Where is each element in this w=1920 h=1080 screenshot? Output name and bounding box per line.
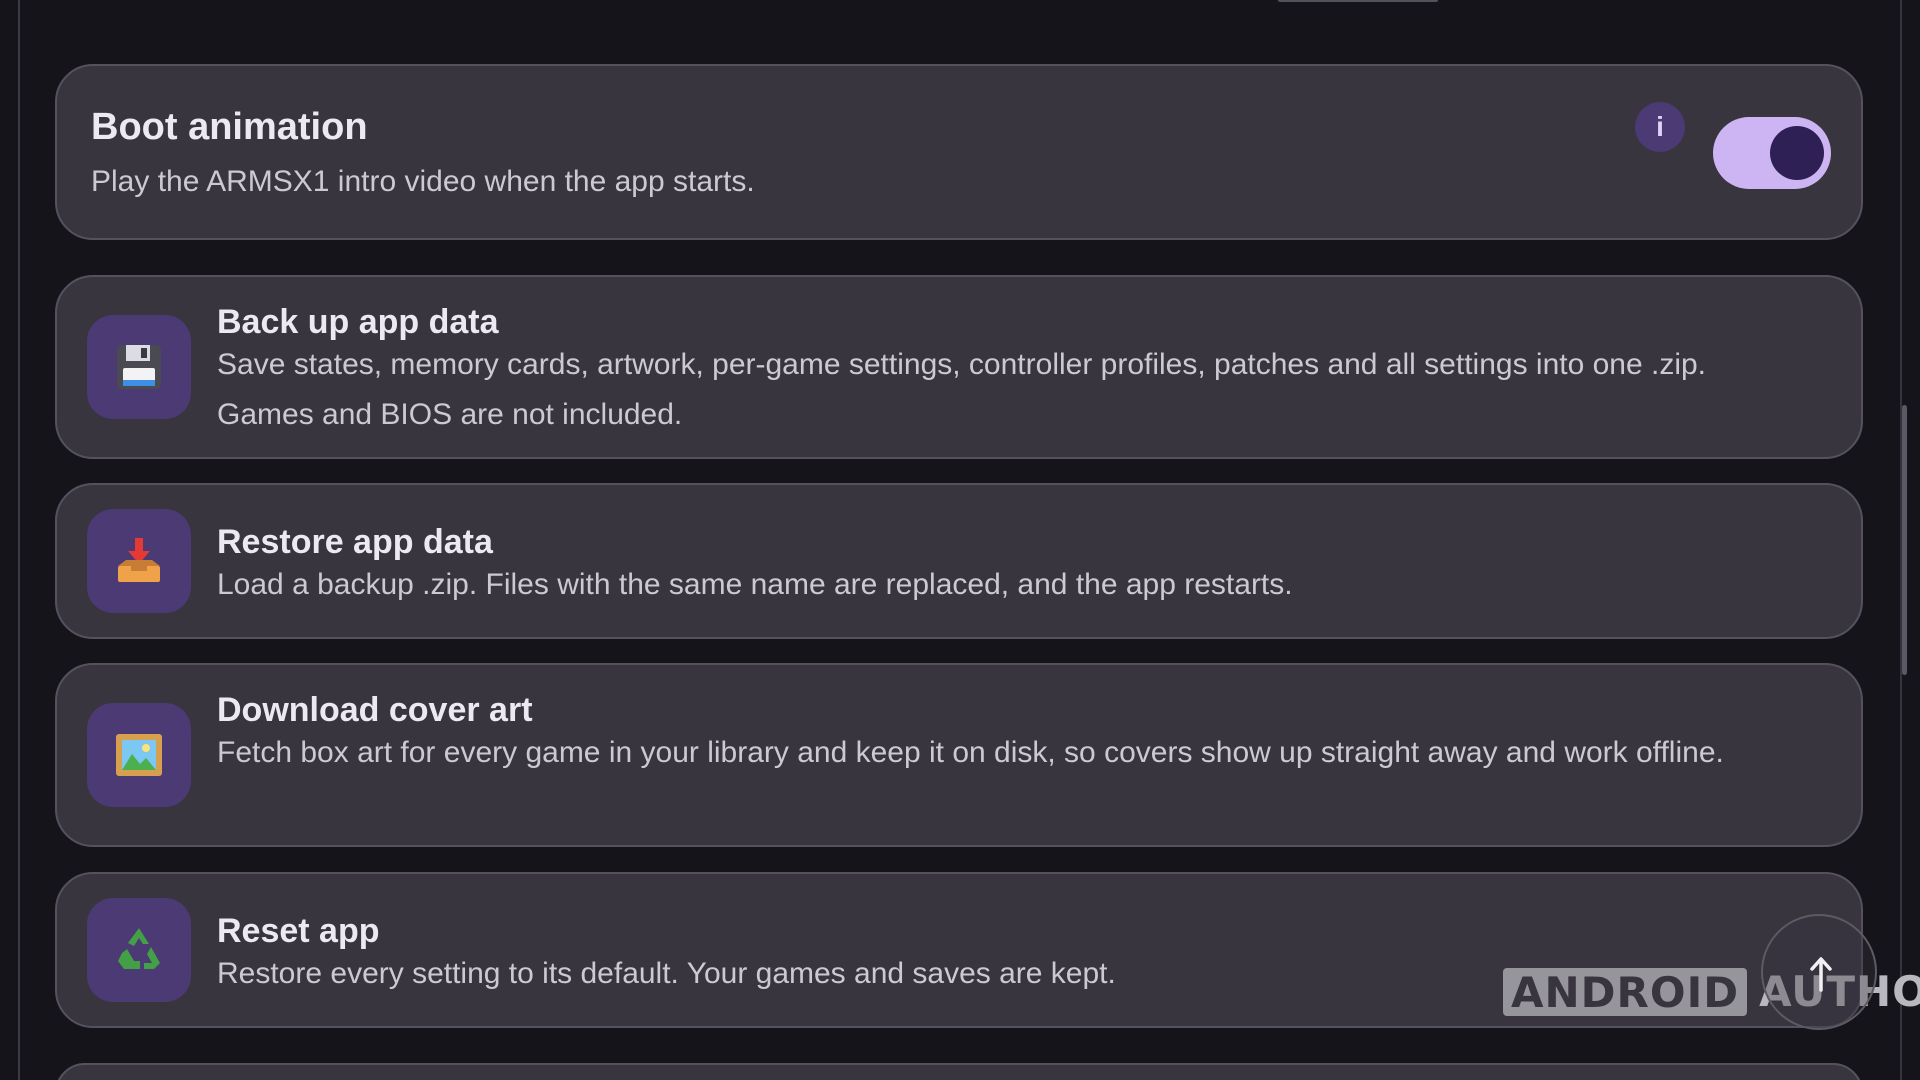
cover-art-title: Download cover art (217, 691, 533, 729)
restore-description: Load a backup .zip. Files with the same … (217, 568, 1293, 601)
framed-picture-icon (116, 734, 162, 776)
boot-animation-card: Boot animation Play the ARMSX1 intro vid… (55, 64, 1863, 240)
watermark-boxed-text: ANDROID (1503, 968, 1748, 1016)
reset-icon-tile (87, 898, 191, 1002)
restore-icon-tile (87, 509, 191, 613)
backup-title: Back up app data (217, 303, 499, 341)
recycle-icon (118, 928, 160, 969)
backup-app-data-card[interactable]: Back up app data Save states, memory car… (55, 275, 1863, 459)
restore-app-data-card[interactable]: Restore app data Load a backup .zip. Fil… (55, 483, 1863, 639)
cover-art-description: Fetch box art for every game in your lib… (217, 736, 1724, 769)
backup-description: Save states, memory cards, artwork, per-… (217, 348, 1707, 431)
download-cover-art-card[interactable]: Download cover art Fetch box art for eve… (55, 663, 1863, 847)
arrow-up-icon (1810, 957, 1832, 992)
top-drag-handle (1278, 0, 1438, 2)
scroll-to-top-button[interactable] (1761, 914, 1877, 1030)
reset-title: Reset app (217, 912, 380, 950)
floppy-disk-icon (117, 345, 161, 389)
scrollbar-thumb[interactable] (1902, 405, 1907, 675)
inbox-tray-icon (118, 538, 160, 582)
cover-art-icon-tile (87, 703, 191, 807)
boot-animation-toggle[interactable] (1713, 117, 1831, 189)
backup-icon-tile (87, 315, 191, 419)
toggle-knob (1770, 126, 1824, 180)
left-divider (18, 0, 20, 1080)
info-button[interactable]: i (1635, 102, 1685, 152)
restore-title: Restore app data (217, 523, 493, 561)
boot-animation-description: Play the ARMSX1 intro video when the app… (91, 165, 755, 198)
next-setting-card[interactable] (55, 1063, 1863, 1080)
boot-animation-title: Boot animation (91, 106, 368, 148)
settings-screen: Boot animation Play the ARMSX1 intro vid… (0, 0, 1920, 1080)
